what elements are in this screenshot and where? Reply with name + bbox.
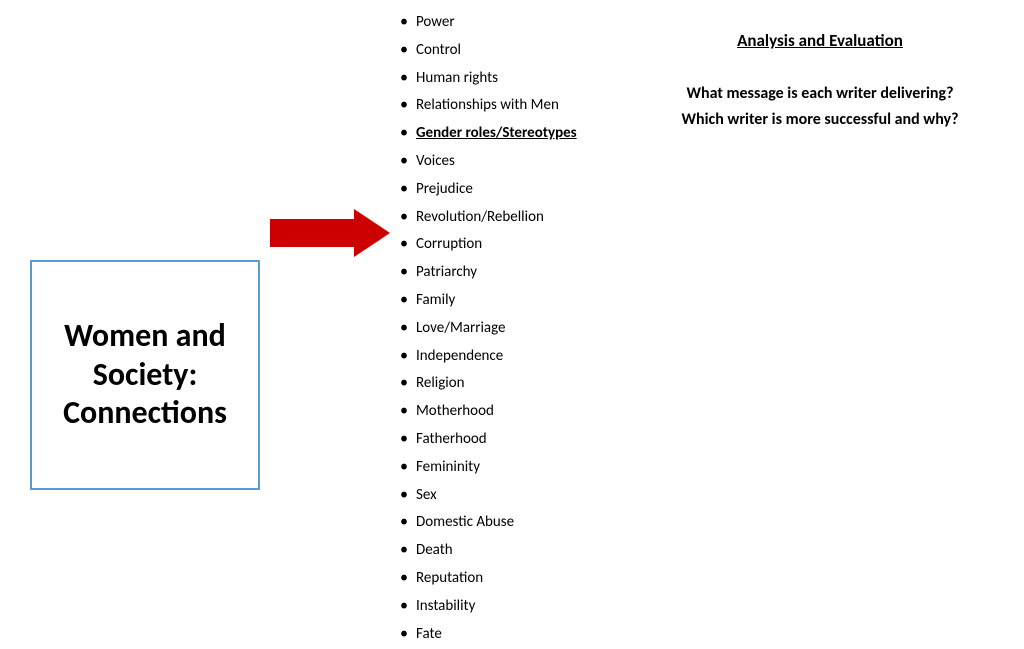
topic-label: Revolution/Rebellion xyxy=(416,206,544,229)
bullet-icon: • xyxy=(400,344,408,369)
bullet-icon: • xyxy=(400,455,408,480)
list-item: • Gender roles/Stereotypes xyxy=(400,121,577,146)
topic-label: Fate xyxy=(416,623,442,646)
topic-label: Reputation xyxy=(416,567,483,590)
topic-label: Domestic Abuse xyxy=(416,511,514,534)
topic-label: Independence xyxy=(416,345,503,368)
bullet-icon: • xyxy=(400,177,408,202)
bullet-icon: • xyxy=(400,622,408,647)
right-panel: Analysis and Evaluation What message is … xyxy=(640,20,1000,132)
analysis-questions: What message is each writer delivering? … xyxy=(640,81,1000,132)
list-item: • Fatherhood xyxy=(400,427,577,452)
list-item: • Revolution/Rebellion xyxy=(400,205,577,230)
topic-label: Human rights xyxy=(416,67,498,90)
bullet-icon: • xyxy=(400,205,408,230)
topic-label: Corruption xyxy=(416,233,482,256)
bullet-icon: • xyxy=(400,288,408,313)
bullet-icon: • xyxy=(400,594,408,619)
list-item: • Patriarchy xyxy=(400,260,577,285)
topic-label: Voices xyxy=(416,150,455,173)
list-item: • Domestic Abuse xyxy=(400,510,577,535)
bullet-icon: • xyxy=(400,399,408,424)
bullet-icon: • xyxy=(400,10,408,35)
list-item: • Family xyxy=(400,288,577,313)
slide: Women and Society: Connections • Power • Co… xyxy=(0,0,1024,576)
bullet-icon: • xyxy=(400,427,408,452)
bullet-icon: • xyxy=(400,371,408,396)
list-item: • Power xyxy=(400,10,577,35)
topic-label: Femininity xyxy=(416,456,480,479)
bullet-icon: • xyxy=(400,538,408,563)
arrow-body xyxy=(270,219,354,247)
topic-label: Patriarchy xyxy=(416,261,477,284)
topic-label: Religion xyxy=(416,372,465,395)
list-item: • Love/Marriage xyxy=(400,316,577,341)
question-1: What message is each writer delivering? xyxy=(686,84,953,103)
topic-label: Prejudice xyxy=(416,178,473,201)
arrow-head xyxy=(354,209,390,257)
bullet-icon: • xyxy=(400,483,408,508)
topic-label: Control xyxy=(416,39,461,62)
list-item: • Sex xyxy=(400,483,577,508)
bullet-icon: • xyxy=(400,260,408,285)
list-item: • Fate xyxy=(400,622,577,647)
list-item: • Corruption xyxy=(400,232,577,257)
topic-label: Death xyxy=(416,539,453,562)
topic-label: Instability xyxy=(416,595,475,618)
list-item: • Instability xyxy=(400,594,577,619)
list-item: • Femininity xyxy=(400,455,577,480)
topic-label: Family xyxy=(416,289,455,312)
list-item: • Relationships with Men xyxy=(400,93,577,118)
topics-list: • Power • Control • Human rights • Relationship… xyxy=(400,10,577,649)
list-item: • Motherhood xyxy=(400,399,577,424)
title-box: Women and Society: Connections xyxy=(30,260,260,490)
bullet-icon: • xyxy=(400,121,408,146)
question-2: Which writer is more successful and why? xyxy=(681,110,958,129)
title-text: Women and Society: Connections xyxy=(52,317,238,432)
list-item: • Religion xyxy=(400,371,577,396)
bullet-icon: • xyxy=(400,38,408,63)
list-item: • Voices xyxy=(400,149,577,174)
topic-label: Power xyxy=(416,11,455,34)
topic-label: Relationships with Men xyxy=(416,94,559,117)
list-item: • Reputation xyxy=(400,566,577,591)
bullet-icon: • xyxy=(400,149,408,174)
list-item: • Prejudice xyxy=(400,177,577,202)
list-item: • Death xyxy=(400,538,577,563)
topic-label: Sex xyxy=(416,484,437,507)
topic-label: Love/Marriage xyxy=(416,317,506,340)
topic-label: Motherhood xyxy=(416,400,494,423)
bullet-icon: • xyxy=(400,316,408,341)
list-item: • Human rights xyxy=(400,66,577,91)
list-item: • Independence xyxy=(400,344,577,369)
list-item: • Control xyxy=(400,38,577,63)
bullet-icon: • xyxy=(400,566,408,591)
topic-label: Gender roles/Stereotypes xyxy=(416,122,577,145)
bullet-icon: • xyxy=(400,510,408,535)
bullet-icon: • xyxy=(400,66,408,91)
bullet-icon: • xyxy=(400,232,408,257)
topic-label: Fatherhood xyxy=(416,428,487,451)
analysis-title: Analysis and Evaluation xyxy=(640,30,1000,51)
bullet-icon: • xyxy=(400,93,408,118)
